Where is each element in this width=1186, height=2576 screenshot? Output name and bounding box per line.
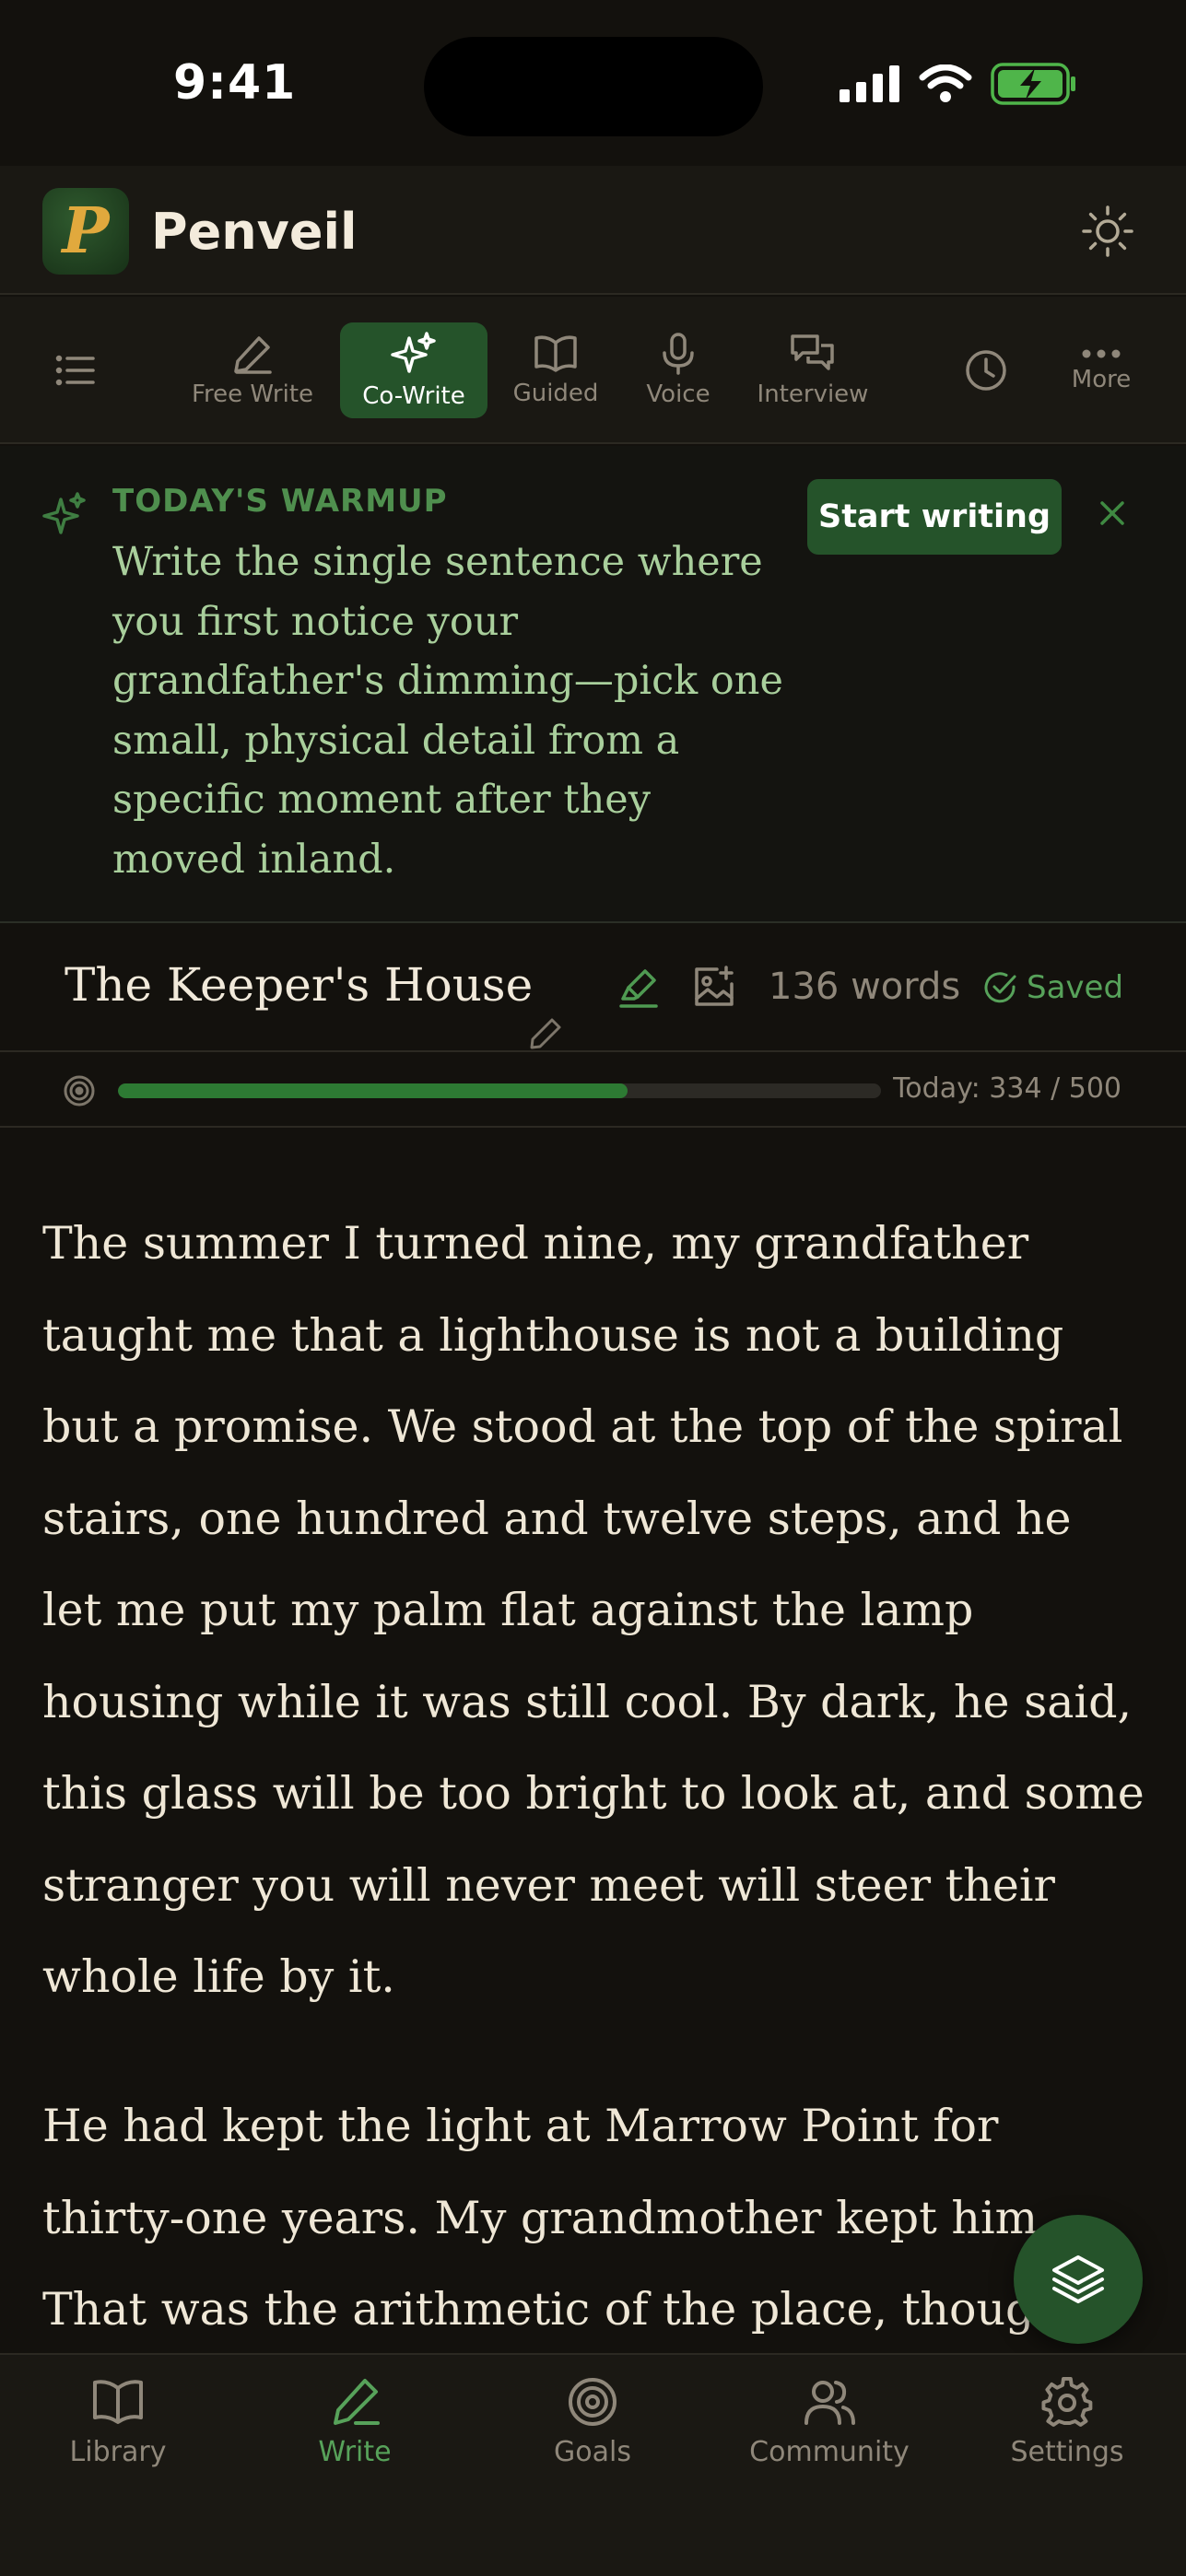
highlighter-icon [619,969,658,1008]
nav-label: Community [749,2436,910,2468]
check-circle-icon [984,972,1016,1003]
paragraph[interactable]: He had kept the light at Marrow Point fo… [42,2080,1145,2351]
app-header: P Penveil [0,166,1186,295]
more-dots-icon [1082,349,1121,358]
mode-label: Co-Write [362,382,465,410]
nav-library[interactable]: Library [17,2377,219,2468]
layers-fab-button[interactable] [1014,2215,1143,2344]
nav-community[interactable]: Community [728,2377,931,2468]
status-icons [840,63,1077,105]
add-image-button[interactable] [693,966,735,1012]
mode-label: Interview [757,381,869,408]
more-button[interactable]: More [1060,322,1143,418]
app-logo[interactable]: P [42,188,129,275]
paragraph[interactable]: The summer I turned nine, my grandfather… [42,1198,1145,2023]
dismiss-warmup-button[interactable] [1095,496,1130,534]
saved-status: Saved [984,969,1123,1006]
mode-interview[interactable]: Interview [748,322,877,418]
progress-bar [118,1083,881,1098]
history-button[interactable] [958,322,1014,418]
target-icon [569,2378,616,2426]
document-header: The Keeper's House 136 words Saved [0,923,1186,1052]
daily-progress: Today: 334 / 500 [0,1054,1186,1128]
nav-settings[interactable]: Settings [966,2377,1168,2468]
nav-label: Write [318,2436,392,2468]
pen-icon [234,336,272,374]
warmup-card: TODAY'S WARMUP Write the single sentence… [0,446,1186,923]
battery-icon [991,63,1075,105]
status-time: 9:41 [173,55,297,111]
image-add-icon [695,966,734,1006]
mode-free-write[interactable]: Free Write [184,322,321,418]
list-icon [55,355,95,386]
nav-label: Library [69,2436,167,2468]
mode-co-write[interactable]: Co-Write [340,322,487,418]
users-icon [804,2381,855,2425]
bottom-nav: Library Write Goals Community Settings [0,2353,1186,2576]
nav-label: Settings [1010,2436,1124,2468]
edit-pencil-icon [530,1018,561,1049]
dynamic-island [424,37,763,136]
mode-voice[interactable]: Voice [630,322,726,418]
nav-goals[interactable]: Goals [491,2377,694,2468]
sparkles-icon [391,332,436,373]
saved-label: Saved [1027,969,1124,1006]
wifi-icon [919,64,972,102]
close-icon [1100,501,1124,525]
pencil-icon [334,2379,380,2425]
progress-text: Today: 334 / 500 [893,1072,1121,1105]
clock-icon [966,350,1006,391]
mode-label: Guided [512,380,599,407]
document-title[interactable]: The Keeper's House [65,958,533,1012]
signal-icon [840,65,899,102]
sun-icon [1082,205,1133,257]
app-title: Penveil [151,203,358,261]
book-icon [93,2380,143,2424]
more-label: More [1071,366,1132,393]
outline-button[interactable] [48,322,103,418]
mode-guided[interactable]: Guided [505,322,606,418]
progress-fill [118,1083,628,1098]
start-writing-button[interactable]: Start writing [807,479,1062,555]
logo-letter: P [62,194,110,268]
mode-toolbar: Free Write Co-Write Guided Voice Intervi… [0,297,1186,444]
sparkle-icon [42,492,86,534]
chat-bubbles-icon [791,334,834,370]
editor[interactable]: The summer I turned nine, my grandfather… [0,1130,1186,2351]
mode-label: Free Write [191,381,314,408]
target-icon [64,1075,95,1107]
layers-icon [1052,2255,1104,2303]
theme-toggle-button[interactable] [1075,199,1140,263]
microphone-icon [663,333,694,375]
mode-label: Voice [646,381,710,408]
warmup-label: TODAY'S WARMUP [112,483,448,520]
book-open-icon [534,335,577,372]
warmup-prompt: Write the single sentence where you firs… [112,539,783,883]
nav-write[interactable]: Write [253,2377,456,2468]
gear-icon [1041,2377,1093,2427]
word-count: 136 words [769,966,961,1008]
highlighter-button[interactable] [617,967,660,1013]
status-bar: 9:41 [0,0,1186,166]
nav-label: Goals [554,2436,631,2468]
edit-title-button[interactable] [527,1015,564,1056]
